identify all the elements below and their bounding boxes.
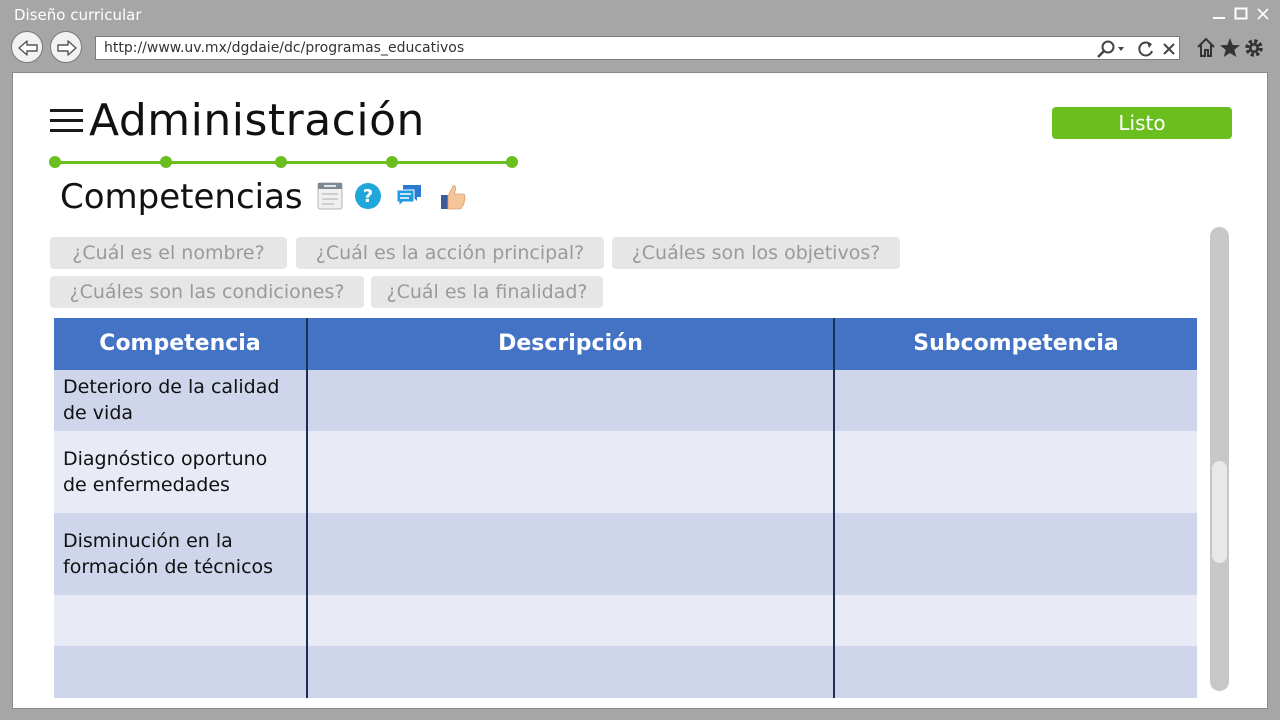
page-title: Administración [89,95,425,146]
search-icon[interactable] [1094,39,1128,59]
thumbs-up-icon[interactable] [438,181,468,211]
progress-step-3[interactable] [275,156,287,168]
table-cell-subcompetencia[interactable] [835,370,1197,431]
browser-navbar: http://www.uv.mx/dgdaie/dc/programas_edu… [0,30,1280,68]
table-row: Deterioro de la calidad de vida [54,370,1197,431]
menu-icon[interactable] [50,109,84,135]
column-header-subcompetencia: Subcompetencia [913,331,1119,356]
back-button[interactable] [11,31,43,63]
column-header-competencia: Competencia [54,318,308,370]
star-icon[interactable] [1219,37,1241,59]
table-cell-descripcion[interactable] [308,646,835,698]
forward-button[interactable] [50,31,82,63]
close-icon[interactable] [1256,4,1270,22]
table-header: Competencia Descripción Subcompetencia [54,318,1197,370]
table-row [54,646,1197,698]
table-cell-competencia[interactable]: Deterioro de la calidad de vida [54,370,308,431]
scrollbar-track[interactable] [1210,227,1229,691]
scrollbar-thumb[interactable] [1212,461,1227,563]
progress-steps [49,155,519,169]
table-row: Disminución en la formación de técnicos [54,513,1197,595]
notes-icon[interactable] [315,181,345,211]
table-cell-descripcion[interactable] [308,431,835,513]
table-row: Diagnóstico oportuno de enfermedades [54,431,1197,513]
maximize-icon[interactable] [1234,4,1248,22]
url-text[interactable]: http://www.uv.mx/dgdaie/dc/programas_edu… [104,40,464,56]
progress-step-2[interactable] [160,156,172,168]
table-cell-competencia[interactable] [54,646,308,698]
question-chip[interactable]: ¿Cuál es la acción principal? [296,237,604,269]
question-chip[interactable]: ¿Cuál es la finalidad? [371,276,603,308]
column-header-descripcion: Descripción [308,318,835,370]
home-icon[interactable] [1196,37,1216,59]
progress-step-4[interactable] [386,156,398,168]
question-chip[interactable]: ¿Cuáles son las condiciones? [50,276,364,308]
page-viewport: Administración Listo Competencias ? ¿Cuá… [12,72,1268,709]
window-controls [1212,4,1270,22]
window-title: Diseño curricular [14,6,142,24]
progress-step-1[interactable] [49,156,61,168]
table-cell-competencia[interactable]: Diagnóstico oportuno de enfermedades [54,431,308,513]
table-cell-descripcion[interactable] [308,370,835,431]
table-row [54,595,1197,646]
refresh-icon[interactable] [1136,39,1156,59]
arrow-left-icon [18,40,38,56]
table-cell-competencia[interactable] [54,595,308,646]
table-cell-subcompetencia[interactable] [835,513,1197,595]
done-button[interactable]: Listo [1052,107,1232,139]
section-title: Competencias [60,177,303,217]
chat-icon[interactable] [394,181,424,211]
stop-icon[interactable] [1160,39,1178,59]
table-cell-descripcion[interactable] [308,513,835,595]
table-cell-subcompetencia[interactable] [835,646,1197,698]
table-cell-subcompetencia[interactable] [835,431,1197,513]
gear-icon[interactable] [1243,37,1265,59]
address-bar[interactable]: http://www.uv.mx/dgdaie/dc/programas_edu… [95,36,1180,60]
window-titlebar: Diseño curricular [0,0,1280,30]
table-cell-subcompetencia[interactable] [835,595,1197,646]
question-chip[interactable]: ¿Cuáles son los objetivos? [612,237,900,269]
competencies-table: Competencia Descripción Subcompetencia D… [54,318,1197,698]
minimize-icon[interactable] [1212,4,1226,22]
table-cell-descripcion[interactable] [308,595,835,646]
question-chip[interactable]: ¿Cuál es el nombre? [50,237,287,269]
progress-step-5[interactable] [506,156,518,168]
help-icon[interactable]: ? [353,181,383,211]
table-cell-competencia[interactable]: Disminución en la formación de técnicos [54,513,308,595]
svg-text:?: ? [363,186,373,207]
arrow-right-icon [57,40,77,56]
